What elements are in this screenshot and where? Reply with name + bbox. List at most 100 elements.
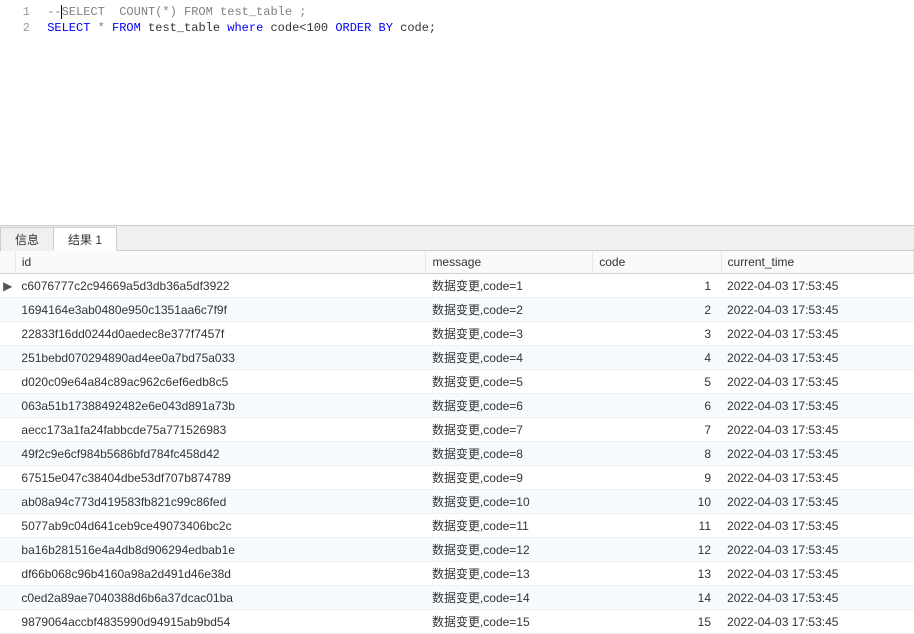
cell-id[interactable]: 22833f16dd0244d0aedec8e377f7457f — [15, 322, 426, 346]
table-row[interactable]: 1694164e3ab0480e950c1351aa6c7f9f数据变更,cod… — [0, 298, 914, 322]
table-row[interactable]: ▶c6076777c2c94669a5d3db36a5df3922数据变更,co… — [0, 274, 914, 298]
cell-code[interactable]: 12 — [593, 538, 721, 562]
cell-current-time[interactable]: 2022-04-03 17:53:45 — [721, 298, 913, 322]
cell-code[interactable]: 6 — [593, 394, 721, 418]
token-keyword: where — [227, 21, 263, 35]
cell-id[interactable]: ba16b281516e4a4db8d906294edbab1e — [15, 538, 426, 562]
column-header-message[interactable]: message — [426, 251, 593, 274]
cell-current-time[interactable]: 2022-04-03 17:53:45 — [721, 466, 913, 490]
table-row[interactable]: aecc173a1fa24fabbcde75a771526983数据变更,cod… — [0, 418, 914, 442]
cell-id[interactable]: 251bebd070294890ad4ee0a7bd75a033 — [15, 346, 426, 370]
cell-code[interactable]: 2 — [593, 298, 721, 322]
cell-message[interactable]: 数据变更,code=11 — [426, 514, 593, 538]
row-indicator-icon — [0, 562, 15, 586]
result-tabs-bar: 信息 结果 1 — [0, 225, 914, 251]
cell-code[interactable]: 9 — [593, 466, 721, 490]
table-row[interactable]: 9879064accbf4835990d94915ab9bd54数据变更,cod… — [0, 610, 914, 634]
column-header-current-time[interactable]: current_time — [721, 251, 913, 274]
cell-message[interactable]: 数据变更,code=14 — [426, 586, 593, 610]
table-row[interactable]: 22833f16dd0244d0aedec8e377f7457f数据变更,cod… — [0, 322, 914, 346]
results-table[interactable]: id message code current_time ▶c6076777c2… — [0, 251, 914, 634]
token-text — [105, 21, 112, 35]
cell-current-time[interactable]: 2022-04-03 17:53:45 — [721, 370, 913, 394]
row-indicator-icon — [0, 298, 15, 322]
table-row[interactable]: 063a51b17388492482e6e043d891a73b数据变更,cod… — [0, 394, 914, 418]
line-number: 2 — [0, 20, 40, 36]
cell-id[interactable]: c0ed2a89ae7040388d6b6a37dcac01ba — [15, 586, 426, 610]
cell-current-time[interactable]: 2022-04-03 17:53:45 — [721, 346, 913, 370]
sql-editor-pane[interactable]: 12 --SELECT COUNT(*) FROM test_table ; S… — [0, 0, 914, 225]
table-row[interactable]: d020c09e64a84c89ac962c6ef6edb8c5数据变更,cod… — [0, 370, 914, 394]
cell-current-time[interactable]: 2022-04-03 17:53:45 — [721, 442, 913, 466]
cell-message[interactable]: 数据变更,code=2 — [426, 298, 593, 322]
cell-message[interactable]: 数据变更,code=10 — [426, 490, 593, 514]
cell-message[interactable]: 数据变更,code=8 — [426, 442, 593, 466]
cell-code[interactable]: 4 — [593, 346, 721, 370]
cell-current-time[interactable]: 2022-04-03 17:53:45 — [721, 610, 913, 634]
column-header-id[interactable]: id — [15, 251, 426, 274]
cell-id[interactable]: ab08a94c773d419583fb821c99c86fed — [15, 490, 426, 514]
cell-id[interactable]: 9879064accbf4835990d94915ab9bd54 — [15, 610, 426, 634]
code-line[interactable]: SELECT * FROM test_table where code<100 … — [40, 20, 914, 36]
cell-current-time[interactable]: 2022-04-03 17:53:45 — [721, 418, 913, 442]
row-indicator-icon — [0, 610, 15, 634]
tab-result-1[interactable]: 结果 1 — [53, 227, 117, 251]
cell-message[interactable]: 数据变更,code=3 — [426, 322, 593, 346]
cell-current-time[interactable]: 2022-04-03 17:53:45 — [721, 490, 913, 514]
cell-message[interactable]: 数据变更,code=1 — [426, 274, 593, 298]
code-area[interactable]: --SELECT COUNT(*) FROM test_table ; SELE… — [40, 0, 914, 225]
row-indicator-icon — [0, 442, 15, 466]
cell-current-time[interactable]: 2022-04-03 17:53:45 — [721, 586, 913, 610]
cell-message[interactable]: 数据变更,code=4 — [426, 346, 593, 370]
token-keyword: SELECT — [47, 21, 90, 35]
table-row[interactable]: c0ed2a89ae7040388d6b6a37dcac01ba数据变更,cod… — [0, 586, 914, 610]
cell-code[interactable]: 11 — [593, 514, 721, 538]
cell-message[interactable]: 数据变更,code=13 — [426, 562, 593, 586]
table-row[interactable]: ab08a94c773d419583fb821c99c86fed数据变更,cod… — [0, 490, 914, 514]
cell-code[interactable]: 15 — [593, 610, 721, 634]
cell-id[interactable]: df66b068c96b4160a98a2d491d46e38d — [15, 562, 426, 586]
table-row[interactable]: 251bebd070294890ad4ee0a7bd75a033数据变更,cod… — [0, 346, 914, 370]
cell-code[interactable]: 7 — [593, 418, 721, 442]
cell-id[interactable]: c6076777c2c94669a5d3db36a5df3922 — [15, 274, 426, 298]
cell-message[interactable]: 数据变更,code=7 — [426, 418, 593, 442]
cell-id[interactable]: 063a51b17388492482e6e043d891a73b — [15, 394, 426, 418]
cell-current-time[interactable]: 2022-04-03 17:53:45 — [721, 538, 913, 562]
tab-info[interactable]: 信息 — [0, 227, 54, 251]
row-indicator-icon — [0, 346, 15, 370]
cell-id[interactable]: 67515e047c38404dbe53df707b874789 — [15, 466, 426, 490]
column-header-code[interactable]: code — [593, 251, 721, 274]
cell-id[interactable]: aecc173a1fa24fabbcde75a771526983 — [15, 418, 426, 442]
row-indicator-icon — [0, 514, 15, 538]
cell-code[interactable]: 3 — [593, 322, 721, 346]
cell-current-time[interactable]: 2022-04-03 17:53:45 — [721, 562, 913, 586]
cell-code[interactable]: 5 — [593, 370, 721, 394]
cell-code[interactable]: 13 — [593, 562, 721, 586]
cell-id[interactable]: d020c09e64a84c89ac962c6ef6edb8c5 — [15, 370, 426, 394]
cell-message[interactable]: 数据变更,code=9 — [426, 466, 593, 490]
cell-current-time[interactable]: 2022-04-03 17:53:45 — [721, 514, 913, 538]
line-number-gutter: 12 — [0, 0, 40, 225]
cell-id[interactable]: 5077ab9c04d641ceb9ce49073406bc2c — [15, 514, 426, 538]
code-line[interactable]: --SELECT COUNT(*) FROM test_table ; — [40, 4, 914, 20]
cell-message[interactable]: 数据变更,code=5 — [426, 370, 593, 394]
cell-current-time[interactable]: 2022-04-03 17:53:45 — [721, 322, 913, 346]
cell-code[interactable]: 1 — [593, 274, 721, 298]
cell-id[interactable]: 49f2c9e6cf984b5686bfd784fc458d42 — [15, 442, 426, 466]
cell-code[interactable]: 10 — [593, 490, 721, 514]
cell-message[interactable]: 数据变更,code=6 — [426, 394, 593, 418]
cell-id[interactable]: 1694164e3ab0480e950c1351aa6c7f9f — [15, 298, 426, 322]
cell-code[interactable]: 8 — [593, 442, 721, 466]
table-row[interactable]: 5077ab9c04d641ceb9ce49073406bc2c数据变更,cod… — [0, 514, 914, 538]
row-indicator-icon — [0, 586, 15, 610]
cell-code[interactable]: 14 — [593, 586, 721, 610]
table-row[interactable]: 67515e047c38404dbe53df707b874789数据变更,cod… — [0, 466, 914, 490]
token-number: 100 — [307, 21, 329, 35]
cell-message[interactable]: 数据变更,code=15 — [426, 610, 593, 634]
cell-current-time[interactable]: 2022-04-03 17:53:45 — [721, 274, 913, 298]
table-row[interactable]: df66b068c96b4160a98a2d491d46e38d数据变更,cod… — [0, 562, 914, 586]
table-row[interactable]: ba16b281516e4a4db8d906294edbab1e数据变更,cod… — [0, 538, 914, 562]
cell-current-time[interactable]: 2022-04-03 17:53:45 — [721, 394, 913, 418]
cell-message[interactable]: 数据变更,code=12 — [426, 538, 593, 562]
table-row[interactable]: 49f2c9e6cf984b5686bfd784fc458d42数据变更,cod… — [0, 442, 914, 466]
